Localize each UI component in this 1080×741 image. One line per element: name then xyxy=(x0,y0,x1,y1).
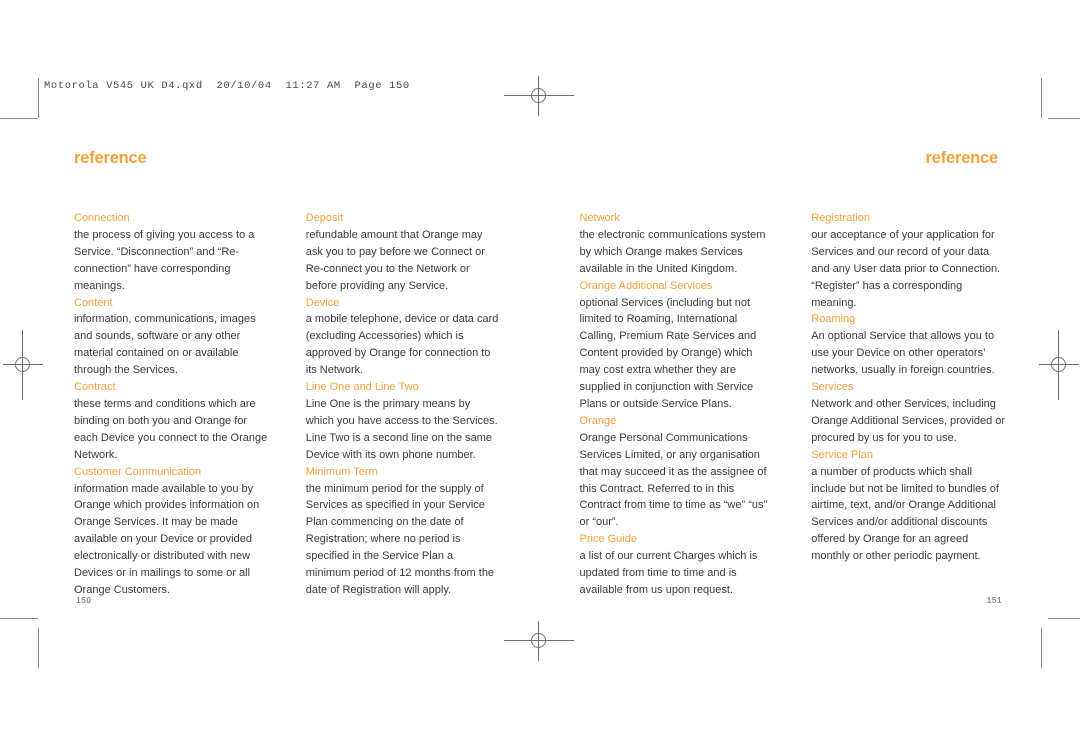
glossary-term: Contract xyxy=(74,381,116,394)
glossary-column-2: Deposit refundable amount that Orange ma… xyxy=(306,210,501,599)
glossary-definition: the process of giving you access to a Se… xyxy=(74,228,255,292)
crop-mark-bottom-right-vertical xyxy=(1041,628,1042,668)
crop-mark-top-right-horizontal xyxy=(1048,118,1080,119)
glossary-definition: Line One is the primary means by which y… xyxy=(305,397,498,461)
glossary-term: Deposit xyxy=(305,212,344,224)
glossary-definition: optional Services (including but not lim… xyxy=(579,296,757,410)
glossary-column-3: Network the electronic communications sy… xyxy=(580,210,775,599)
glossary-definition: information, communications, images and … xyxy=(74,313,256,377)
glossary-term: Roaming xyxy=(811,313,856,326)
glossary-definition: a list of our current Charges which is u… xyxy=(579,550,758,596)
glossary-term: Device xyxy=(305,296,340,309)
glossary-definition: the minimum period for the supply of Ser… xyxy=(305,482,495,596)
registration-mark-right-middle xyxy=(1039,330,1079,400)
crop-mark-bottom-left-vertical xyxy=(38,628,39,668)
glossary-definition: Orange Personal Communications Services … xyxy=(579,431,768,529)
glossary-term: Content xyxy=(74,296,113,309)
glossary-definition: Network and other Services, including Or… xyxy=(811,397,1006,444)
glossary-term: Customer Communication xyxy=(74,465,202,478)
slug-line: Motorola V545 UK D4.qxd 20/10/04 11:27 A… xyxy=(44,80,410,92)
glossary-definition: a number of products which shall include… xyxy=(811,465,999,563)
glossary-term: Orange xyxy=(579,414,617,427)
glossary-definition: refundable amount that Orange may ask yo… xyxy=(305,228,485,292)
glossary-term: Orange Additional Services xyxy=(579,279,713,292)
glossary-column-4: Registration our acceptance of your appl… xyxy=(811,210,1006,599)
page-number-right: 151 xyxy=(986,595,1002,605)
glossary-definition: a mobile telephone, device or data card … xyxy=(305,313,499,377)
crop-mark-top-left-vertical xyxy=(38,78,39,118)
glossary-definition: information made available to you by Ora… xyxy=(74,482,260,596)
crop-mark-top-right-vertical xyxy=(1041,78,1042,118)
glossary-term: Registration xyxy=(811,212,870,224)
registration-mark-top-center xyxy=(504,76,574,116)
crop-mark-bottom-right-horizontal xyxy=(1048,618,1080,619)
running-head-left: reference xyxy=(74,149,147,167)
glossary-term: Connection xyxy=(74,212,130,224)
glossary-term: Services xyxy=(811,381,854,394)
glossary-column-1: Connection the process of giving you acc… xyxy=(74,210,269,599)
registration-mark-left-middle xyxy=(3,330,43,400)
crop-mark-bottom-left-horizontal xyxy=(0,618,38,619)
glossary-columns: Connection the process of giving you acc… xyxy=(74,210,1006,599)
glossary-term: Minimum Term xyxy=(305,465,378,478)
registration-mark-bottom-center xyxy=(504,621,574,661)
glossary-term: Line One and Line Two xyxy=(305,381,419,394)
page-number-left: 150 xyxy=(76,595,92,605)
glossary-term: Network xyxy=(579,212,620,224)
crop-mark-top-left-horizontal xyxy=(0,118,38,119)
running-head-right: reference xyxy=(925,149,999,167)
glossary-definition: the electronic communications system by … xyxy=(579,228,766,275)
glossary-definition: these terms and conditions which are bin… xyxy=(74,397,268,461)
glossary-term: Price Guide xyxy=(579,533,637,546)
glossary-definition: our acceptance of your application for S… xyxy=(811,228,1001,309)
glossary-term: Service Plan xyxy=(811,448,874,461)
glossary-definition: An optional Service that allows you to u… xyxy=(811,330,995,377)
